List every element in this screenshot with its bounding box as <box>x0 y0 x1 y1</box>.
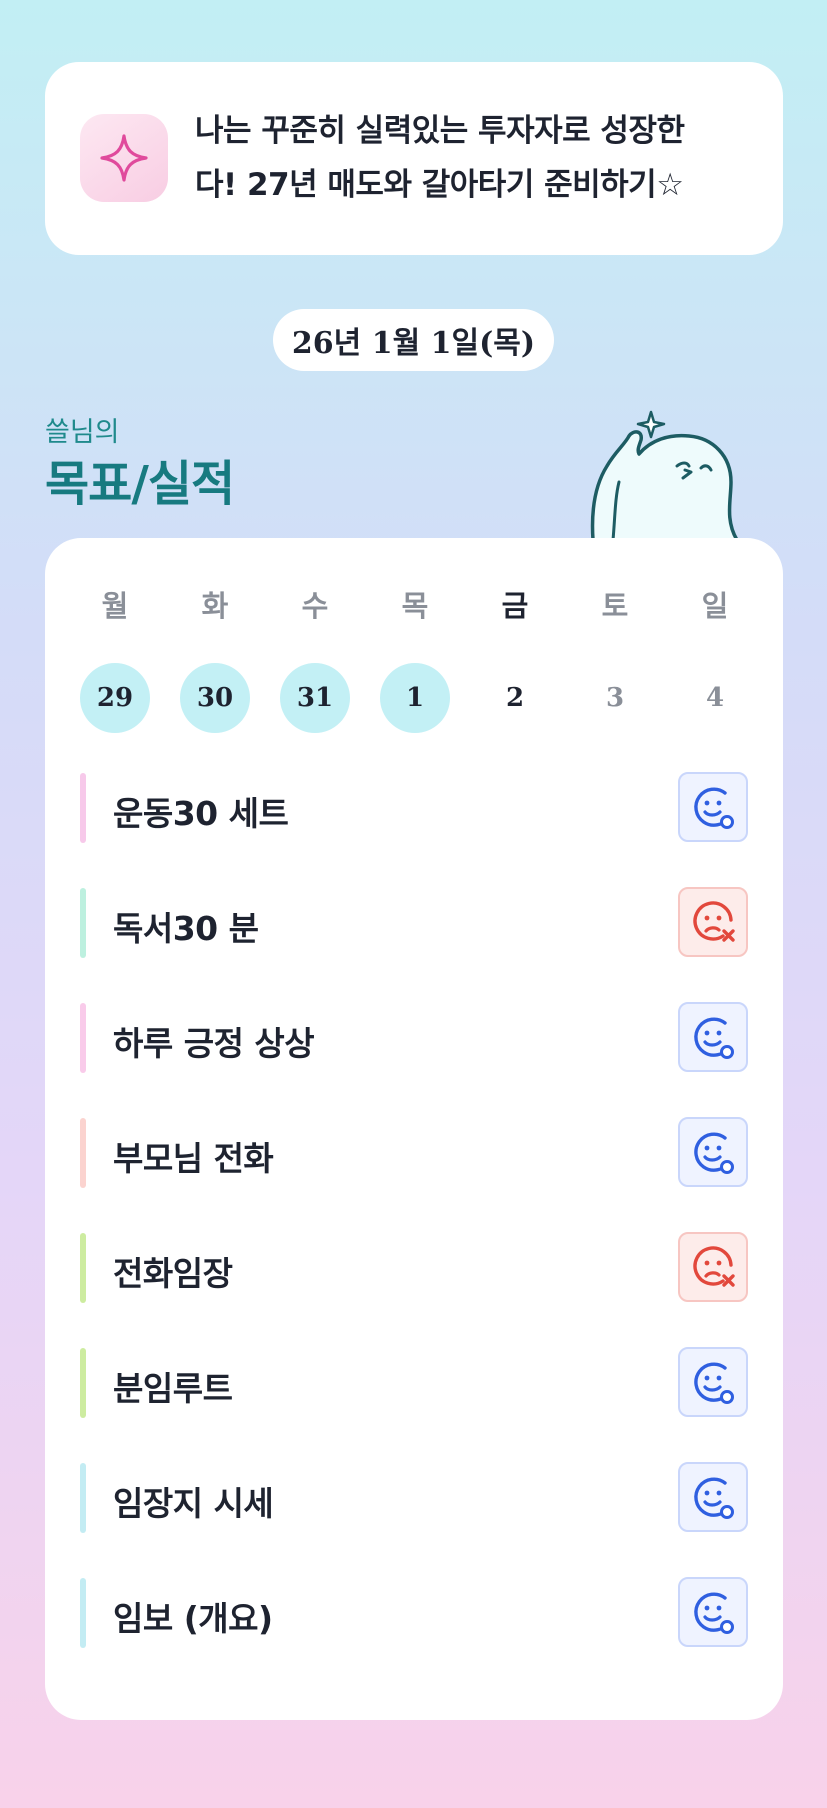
task-row[interactable]: 운동30 세트 <box>80 772 748 844</box>
mood-happy-button[interactable] <box>678 1002 748 1072</box>
sad-face-icon <box>693 901 735 942</box>
week-dates: 29 30 31 1 2 3 4 <box>80 663 780 733</box>
sad-face-icon <box>693 1246 735 1287</box>
task-label: 하루 긍정 상상 <box>113 1024 315 1063</box>
weekday-wed: 수 <box>301 589 329 623</box>
task-row[interactable]: 임장지 시세 <box>80 1462 748 1534</box>
task-label: 분임루트 <box>113 1369 233 1408</box>
happy-face-icon <box>694 787 734 829</box>
mood-happy-button[interactable] <box>678 1347 748 1417</box>
task-label: 운동30 세트 <box>113 794 289 833</box>
goal-card[interactable]: 나는 꾸준히 실력있는 투자자로 성장한 다! 27년 매도와 갈아타기 준비하… <box>45 62 783 255</box>
mood-sad-button[interactable] <box>678 1232 748 1302</box>
task-row[interactable]: 독서30 분 <box>80 887 748 959</box>
weekday-mon: 월 <box>101 589 129 623</box>
mood-happy-button[interactable] <box>678 1462 748 1532</box>
weekday-sat: 토 <box>601 589 629 623</box>
task-label: 전화임장 <box>113 1254 233 1293</box>
mood-happy-button[interactable] <box>678 1577 748 1647</box>
happy-face-icon <box>694 1132 734 1174</box>
mascot-illustration <box>590 410 739 540</box>
date-cell[interactable]: 1 <box>380 663 450 733</box>
task-label: 부모님 전화 <box>113 1139 274 1178</box>
goal-line-1: 나는 꾸준히 실력있는 투자자로 성장한 <box>195 113 685 149</box>
weekday-header: 월 화 수 목 금 토 일 <box>80 563 780 633</box>
task-row[interactable]: 하루 긍정 상상 <box>80 1002 748 1074</box>
date-selector[interactable]: 26년 1월 1일(목) <box>273 309 554 371</box>
sparkle-icon <box>80 114 168 202</box>
date-cell[interactable]: 3 <box>580 663 650 733</box>
task-color-bar <box>80 1578 86 1648</box>
section-title: 목표/실적 <box>45 456 235 512</box>
task-color-bar <box>80 1118 86 1188</box>
weekday-sun: 일 <box>701 589 729 623</box>
date-cell-today[interactable]: 2 <box>480 663 550 733</box>
task-color-bar <box>80 888 86 958</box>
date-cell[interactable]: 31 <box>280 663 350 733</box>
task-label: 임보 (개요) <box>113 1599 273 1638</box>
task-row[interactable]: 전화임장 <box>80 1232 748 1304</box>
happy-face-icon <box>694 1362 734 1404</box>
task-color-bar <box>80 1003 86 1073</box>
task-label: 임장지 시세 <box>113 1484 274 1523</box>
task-color-bar <box>80 1348 86 1418</box>
weekday-tue: 화 <box>201 589 229 623</box>
happy-face-icon <box>694 1592 734 1634</box>
date-cell[interactable]: 4 <box>680 663 750 733</box>
mood-happy-button[interactable] <box>678 772 748 842</box>
goal-line-2: 다! 27년 매도와 갈아타기 준비하기☆ <box>195 167 684 203</box>
task-color-bar <box>80 1463 86 1533</box>
task-color-bar <box>80 773 86 843</box>
happy-face-icon <box>694 1017 734 1059</box>
date-cell[interactable]: 29 <box>80 663 150 733</box>
weekday-fri: 금 <box>501 589 529 623</box>
goal-text: 나는 꾸준히 실력있는 투자자로 성장한 다! 27년 매도와 갈아타기 준비하… <box>195 104 755 212</box>
task-color-bar <box>80 1233 86 1303</box>
task-row[interactable]: 임보 (개요) <box>80 1577 748 1649</box>
date-cell[interactable]: 30 <box>180 663 250 733</box>
mood-happy-button[interactable] <box>678 1117 748 1187</box>
mood-sad-button[interactable] <box>678 887 748 957</box>
task-label: 독서30 분 <box>113 909 259 948</box>
task-row[interactable]: 부모님 전화 <box>80 1117 748 1189</box>
goals-card: 월 화 수 목 금 토 일 29 30 31 1 2 3 4 운동30 세트독서… <box>45 538 783 1720</box>
weekday-thu: 목 <box>401 589 429 623</box>
task-row[interactable]: 분임루트 <box>80 1347 748 1419</box>
happy-face-icon <box>694 1477 734 1519</box>
